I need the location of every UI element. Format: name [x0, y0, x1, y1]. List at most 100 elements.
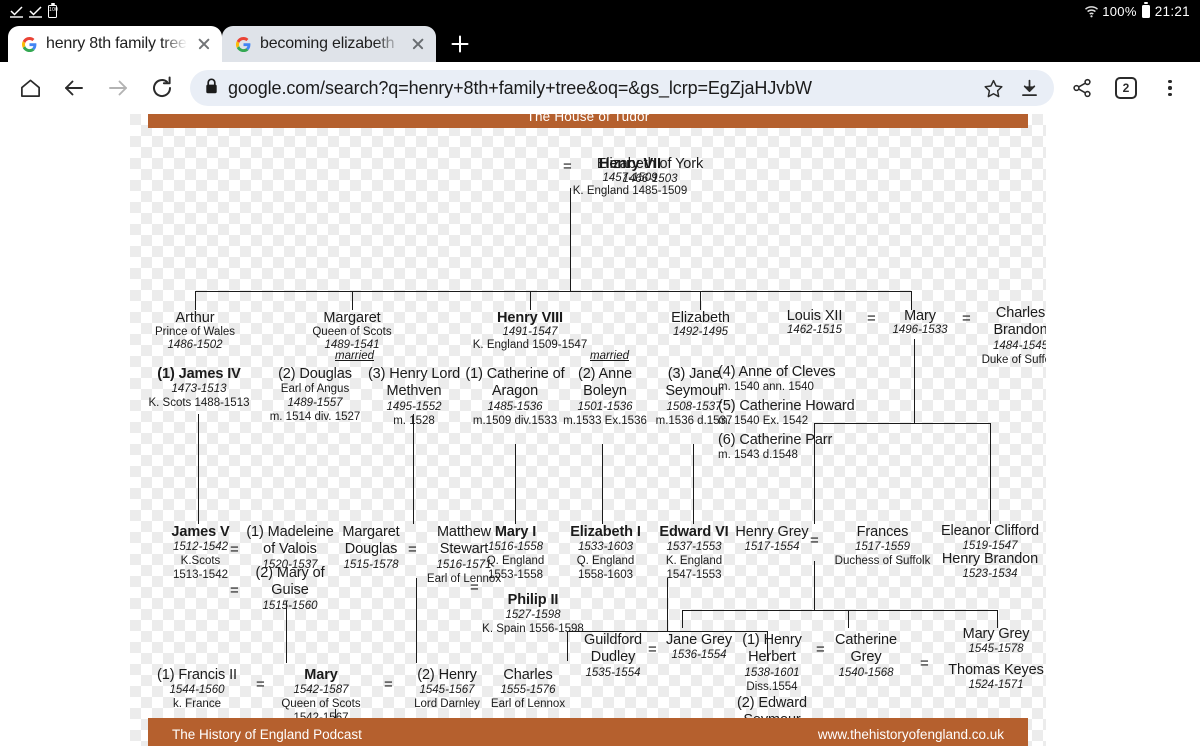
node-charles-brandon: Charles Brandon 1484-1545 Duke of Suffol… — [968, 305, 1046, 367]
battery-small-icon: 100 — [48, 4, 58, 18]
person-role: K. England — [665, 555, 723, 568]
checkmark-icon — [29, 5, 42, 18]
person-role-2: 1558-1603 — [578, 568, 633, 581]
person-role: K. England 1485-1509 — [572, 185, 688, 198]
connector-line — [814, 423, 990, 425]
person-name: (1) Henry Herbert — [742, 632, 802, 666]
page-bottom-edge — [0, 746, 1200, 750]
person-role: Queen of Scots — [312, 326, 392, 339]
person-name: Mary Grey — [962, 626, 1030, 642]
person-dates: 1485-1536 — [487, 400, 543, 413]
page-viewport[interactable]: The House of Tudor Henry VII 1457-1509 K… — [0, 114, 1200, 750]
url-text: google.com/search?q=henry+8th+family+tre… — [228, 77, 812, 98]
node-margaret-douglas: Margaret Douglas 1515-1578 — [326, 524, 416, 573]
person-dates: 1533-1603 — [578, 541, 633, 554]
wifi-icon — [1084, 5, 1099, 18]
address-bar[interactable]: google.com/search?q=henry+8th+family+tre… — [190, 70, 1054, 106]
person-name: (3) Henry Lord Methven — [367, 366, 461, 400]
person-name: Elizabeth I — [570, 524, 641, 540]
battery-percent-label: 100% — [1102, 3, 1137, 19]
married-label-margaret: married — [335, 350, 374, 362]
person-name: Thomas Keyes — [948, 662, 1044, 678]
close-icon[interactable] — [410, 36, 426, 52]
reload-icon[interactable] — [140, 66, 184, 110]
marriage-equals: = — [230, 582, 239, 599]
person-name: Arthur — [175, 310, 215, 326]
person-dates: 1491-1547 — [502, 326, 558, 339]
node-charles-lennox: Charles 1555-1576 Earl of Lennox — [448, 667, 608, 712]
forward-arrow-icon[interactable] — [96, 66, 140, 110]
connector-line — [195, 291, 197, 310]
node-mary-queen-of-scots: Mary 1542-1587 Queen of Scots 1542-1567 — [260, 667, 382, 726]
connector-line — [693, 444, 695, 524]
person-role-2: 1513-1542 — [173, 568, 228, 581]
tab-counter-button[interactable]: 2 — [1104, 66, 1148, 110]
node-henry-brandon: Henry Brandon 1523-1534 — [930, 551, 1046, 582]
back-arrow-icon[interactable] — [52, 66, 96, 110]
person-name: Henry VIII — [497, 310, 563, 326]
person-dates: 1555-1576 — [500, 684, 556, 697]
kebab-menu-icon[interactable] — [1148, 66, 1192, 110]
connector-line — [198, 414, 200, 524]
person-dates: 1501-1536 — [577, 400, 633, 413]
new-tab-button[interactable] — [440, 26, 480, 62]
node-edward-vi: Edward VI 1537-1553 K. England 1547-1553 — [648, 524, 740, 583]
person-name: Charles Brandon — [993, 305, 1046, 339]
person-name: (4) Anne of Cleves — [718, 364, 836, 380]
person-name: (2) Douglas — [278, 366, 352, 382]
connector-line — [667, 578, 669, 632]
person-role: Earl of Lennox — [490, 698, 566, 711]
married-label-henry-viii: married — [590, 350, 629, 362]
person-role: Queen of Scots — [281, 698, 361, 711]
person-dates: 1515-1560 — [262, 599, 318, 612]
node-douglas: (2) Douglas Earl of Angus 1489-1557 m. 1… — [262, 366, 368, 425]
status-bar-left-icons: 100 — [10, 4, 58, 18]
node-catherine-grey: Catherine Grey 1540-1568 — [820, 632, 912, 681]
person-dates: 1538-1601 — [744, 666, 800, 679]
person-name: Catherine Grey — [835, 632, 897, 666]
person-dates: 1495-1552 — [386, 400, 442, 413]
connector-line — [515, 444, 517, 524]
clock-label: 21:21 — [1154, 3, 1190, 19]
download-icon[interactable] — [1016, 78, 1042, 99]
person-dates: 1517-1559 — [855, 541, 910, 554]
person-name: Mary — [904, 308, 936, 324]
person-role-2: 1547-1553 — [666, 568, 722, 581]
person-dates: 1466-1503 — [622, 173, 678, 186]
node-mary-tudor: Mary 1496-1533 — [875, 308, 965, 337]
person-note: m. 1540 ann. 1540 — [718, 381, 814, 394]
person-name: Margaret Douglas — [342, 524, 400, 558]
connector-line — [413, 414, 415, 524]
star-icon[interactable] — [980, 78, 1006, 99]
person-note: m. 1514 div. 1527 — [269, 410, 361, 423]
home-icon[interactable] — [8, 66, 52, 110]
share-icon[interactable] — [1060, 66, 1104, 110]
person-dates: 1540-1568 — [838, 666, 894, 679]
person-name: Philip II — [507, 592, 559, 608]
family-tree-canvas: Henry VII 1457-1509 K. England 1485-1509… — [130, 114, 1046, 750]
node-mary-of-guise: (2) Mary of Guise 1515-1560 — [240, 565, 340, 614]
tab-strip: henry 8th family tree becoming elizabeth — [0, 22, 1200, 62]
close-icon[interactable] — [196, 36, 212, 52]
android-status-bar: 100 100% 21:21 — [0, 0, 1200, 22]
person-name: (2) Mary of Guise — [255, 565, 325, 599]
footer-podcast-label: The History of England Podcast — [172, 726, 362, 742]
node-mary-grey: Mary Grey 1545-1578 — [940, 626, 1046, 657]
browser-tab-0[interactable]: henry 8th family tree — [8, 26, 222, 62]
person-dates: 1517-1554 — [744, 541, 800, 554]
person-name: Henry Brandon — [941, 551, 1039, 567]
browser-toolbar: google.com/search?q=henry+8th+family+tre… — [0, 62, 1200, 114]
marriage-equals: = — [920, 655, 929, 672]
person-name: (5) Catherine Howard — [718, 398, 855, 414]
tudor-family-tree-image[interactable]: The House of Tudor Henry VII 1457-1509 K… — [130, 114, 1046, 750]
node-henry-viii: Henry VIII 1491-1547 K. England 1509-154… — [470, 310, 590, 352]
person-name: Margaret — [323, 310, 381, 326]
person-name: Edward VI — [659, 524, 729, 540]
node-eleanor-clifford: Eleanor Clifford 1519-1547 — [930, 523, 1046, 554]
connector-line — [416, 578, 418, 632]
person-role: Q. England — [486, 555, 545, 568]
person-dates: 1545-1578 — [968, 643, 1024, 656]
connector-line — [848, 610, 850, 628]
footer-website-label: www.thehistoryofengland.co.uk — [817, 726, 1004, 742]
browser-tab-1[interactable]: becoming elizabeth — [222, 26, 436, 62]
